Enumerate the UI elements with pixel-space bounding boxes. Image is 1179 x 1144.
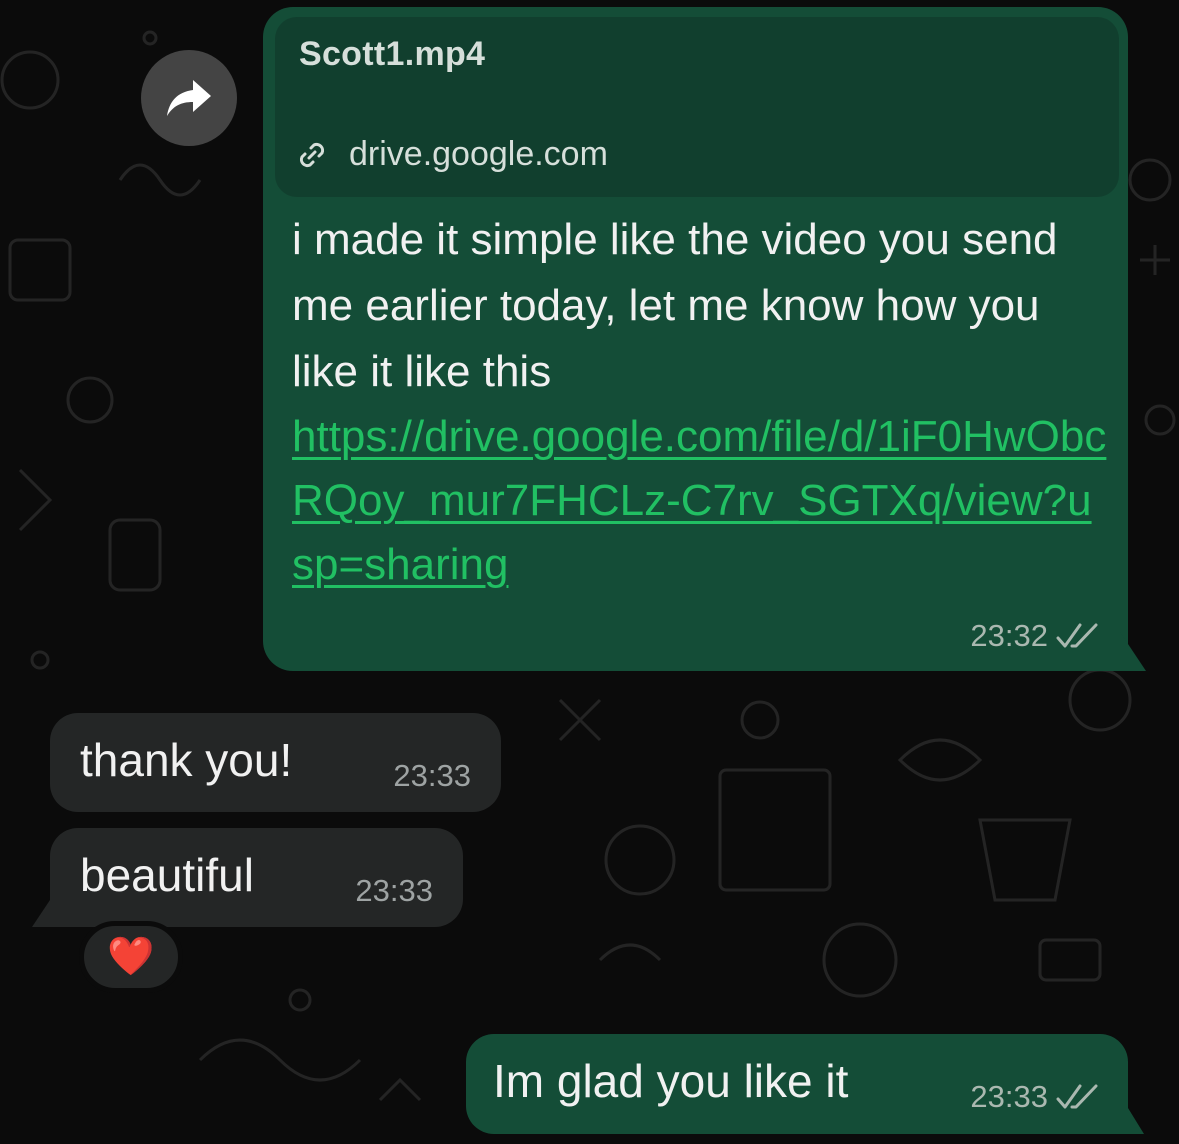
outgoing-message-bubble[interactable]: Scott1.mp4 drive.google.com i made it si…: [263, 7, 1128, 671]
message-time: 23:33: [393, 758, 471, 793]
link-preview-domain-row: drive.google.com: [297, 135, 608, 174]
forward-button[interactable]: [141, 50, 237, 146]
forward-arrow-icon: [167, 80, 211, 116]
message-meta: 23:33: [970, 1079, 1102, 1115]
message-text: i made it simple like the video you send…: [292, 215, 1058, 396]
message-text: thank you!: [80, 734, 293, 786]
link-preview-domain: drive.google.com: [349, 135, 608, 173]
heart-reaction-icon: ❤️: [107, 936, 155, 978]
message-meta: 23:33: [393, 758, 471, 794]
incoming-message-bubble[interactable]: thank you! 23:33: [50, 713, 501, 812]
double-check-icon: [1056, 1084, 1098, 1109]
message-text: Im glad you like it: [493, 1055, 849, 1107]
message-text: beautiful: [80, 849, 254, 901]
link-preview-title: Scott1.mp4: [299, 35, 486, 73]
link-icon: [299, 142, 325, 167]
reaction-badge[interactable]: ❤️: [79, 921, 183, 993]
bubble-tail: [1120, 632, 1146, 671]
message-time: 23:32: [970, 618, 1048, 653]
message-time: 23:33: [970, 1079, 1048, 1114]
message-meta: 23:32: [970, 618, 1102, 654]
incoming-message-bubble[interactable]: beautiful 23:33: [50, 828, 463, 927]
message-time: 23:33: [355, 873, 433, 908]
outgoing-message-bubble[interactable]: Im glad you like it 23:33: [466, 1034, 1128, 1134]
bubble-tail: [1120, 1095, 1144, 1134]
link-preview-card[interactable]: Scott1.mp4 drive.google.com: [275, 17, 1119, 197]
bubble-tail: [32, 888, 58, 927]
message-meta: 23:33: [355, 873, 433, 909]
double-check-icon: [1056, 623, 1098, 648]
message-link[interactable]: https://drive.google.com/file/d/1iF0HwOb…: [292, 405, 1112, 597]
